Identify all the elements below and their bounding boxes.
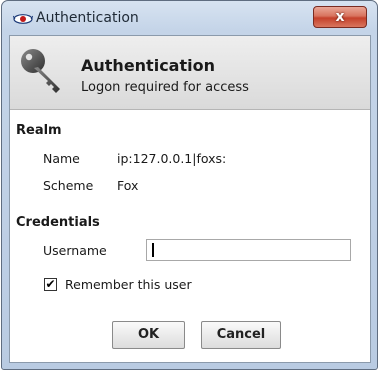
realm-name-label: Name xyxy=(43,151,80,166)
checkmark-icon: ✔ xyxy=(45,277,56,291)
fox-eye-icon xyxy=(13,14,33,24)
realm-section-title: Realm xyxy=(16,123,62,138)
ok-button[interactable]: OK xyxy=(112,321,185,349)
dialog-header: Authentication Logon required for access xyxy=(10,36,370,110)
remember-user-checkbox[interactable]: ✔ xyxy=(44,278,57,291)
credentials-section-title: Credentials xyxy=(16,215,100,230)
username-label: Username xyxy=(43,243,107,258)
ok-button-label: OK xyxy=(137,327,160,342)
title-bar[interactable]: Authentication x xyxy=(2,1,377,35)
close-button[interactable]: x xyxy=(313,6,367,28)
cancel-button[interactable]: Cancel xyxy=(201,321,281,349)
text-caret xyxy=(152,243,154,257)
username-input[interactable] xyxy=(146,239,351,261)
close-icon: x xyxy=(335,9,345,25)
header-subtitle: Logon required for access xyxy=(81,80,249,95)
realm-scheme-label: Scheme xyxy=(43,178,94,193)
cancel-button-label: Cancel xyxy=(216,327,266,342)
key-icon xyxy=(21,49,60,93)
realm-name-value: ip:127.0.0.1|foxs: xyxy=(117,151,227,166)
dialog-body: Authentication Logon required for access… xyxy=(9,35,371,363)
header-title: Authentication xyxy=(81,56,215,75)
remember-user-label[interactable]: Remember this user xyxy=(65,277,192,292)
realm-scheme-value: Fox xyxy=(117,178,139,193)
window-title: Authentication xyxy=(36,10,139,26)
dialog-window: Authentication x Authentication Logon re… xyxy=(1,0,378,370)
